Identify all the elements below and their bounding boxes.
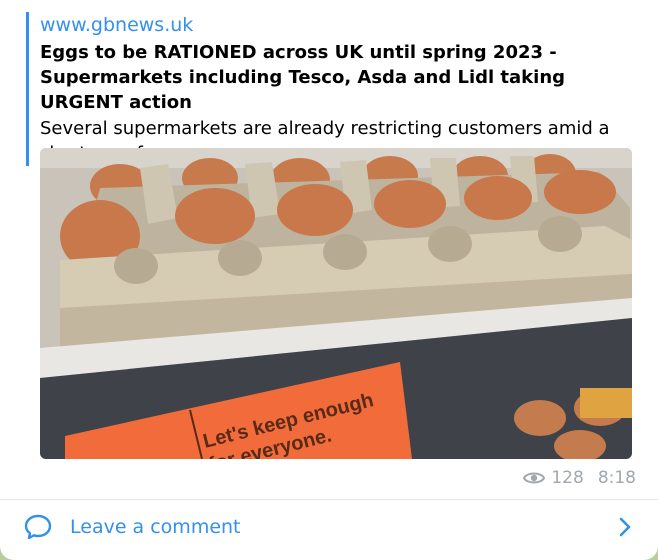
link-preview[interactable]: www.gbnews.uk Eggs to be RATIONED across… [26,12,646,166]
leave-comment-label[interactable]: Leave a comment [70,516,241,538]
preview-site-name[interactable]: www.gbnews.uk [40,12,646,38]
leave-comment-button[interactable]: Leave a comment [0,500,658,560]
comment-bubble-icon [24,513,52,545]
views-count: 128 [551,468,584,488]
preview-image[interactable]: Let's keep enough for everyone. [40,148,632,459]
message-time: 8:18 [597,468,636,488]
preview-title[interactable]: Eggs to be RATIONED across UK until spri… [40,40,646,115]
views-icon [523,470,546,486]
message-bubble: www.gbnews.uk Eggs to be RATIONED across… [0,0,658,560]
message-meta: 128 8:18 [523,468,636,488]
chevron-right-icon [618,516,632,542]
